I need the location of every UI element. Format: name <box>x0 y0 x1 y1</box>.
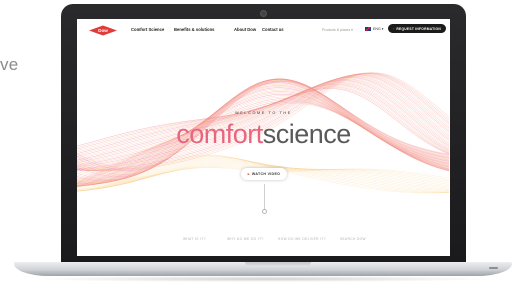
headline-science: science <box>262 119 352 149</box>
scroll-indicator-line <box>264 184 265 210</box>
nav-about-dow[interactable]: About Dow <box>234 27 256 32</box>
laptop-shadow <box>30 276 496 282</box>
laptop-base <box>14 262 512 276</box>
arrow-right-icon: › <box>392 26 395 31</box>
dow-logo[interactable]: Dow <box>88 25 118 36</box>
laptop-lid: Dow Comfort Science Benefits & solutions… <box>61 4 466 266</box>
nav-benefits-solutions[interactable]: Benefits & solutions <box>174 27 214 32</box>
hero-headline: comfortscience <box>77 119 450 149</box>
svg-text:Dow: Dow <box>98 28 108 33</box>
welcome-text: WELCOME TO THE <box>235 111 292 115</box>
bottom-nav-search-dow[interactable]: SEARCH DOW <box>340 237 366 241</box>
play-icon: ▸ <box>247 172 250 176</box>
language-selector[interactable]: ENG ▾ <box>373 27 384 31</box>
headline-comfort: comfort <box>176 119 263 149</box>
watch-video-button[interactable]: ▸ WATCH VIDEO <box>241 168 287 180</box>
request-information-button[interactable]: › REQUEST INFORMATION <box>388 24 446 33</box>
request-information-label: REQUEST INFORMATION <box>396 26 442 31</box>
scroll-indicator-dot[interactable] <box>262 209 267 214</box>
nav-comfort-science[interactable]: Comfort Science <box>131 27 164 32</box>
bottom-nav-how-do-we-deliver-it[interactable]: HOW DO WE DELIVER IT? <box>278 237 326 241</box>
side-text-fragment: ve <box>0 55 19 74</box>
region-selector[interactable]: Products & places ▾ <box>322 28 353 32</box>
laptop-lid-notch <box>245 262 311 267</box>
bottom-nav-what-is-it[interactable]: WHAT IS IT? <box>183 237 206 241</box>
uk-flag-icon <box>365 27 371 31</box>
camera-icon <box>260 10 267 17</box>
watch-video-label: WATCH VIDEO <box>251 172 281 176</box>
nav-contact-us[interactable]: Contact us <box>262 27 284 32</box>
status-led <box>489 267 498 269</box>
bottom-nav-why-do-we-do-it[interactable]: WHY DO WE DO IT? <box>227 237 264 241</box>
laptop-screen: Dow Comfort Science Benefits & solutions… <box>77 19 450 256</box>
